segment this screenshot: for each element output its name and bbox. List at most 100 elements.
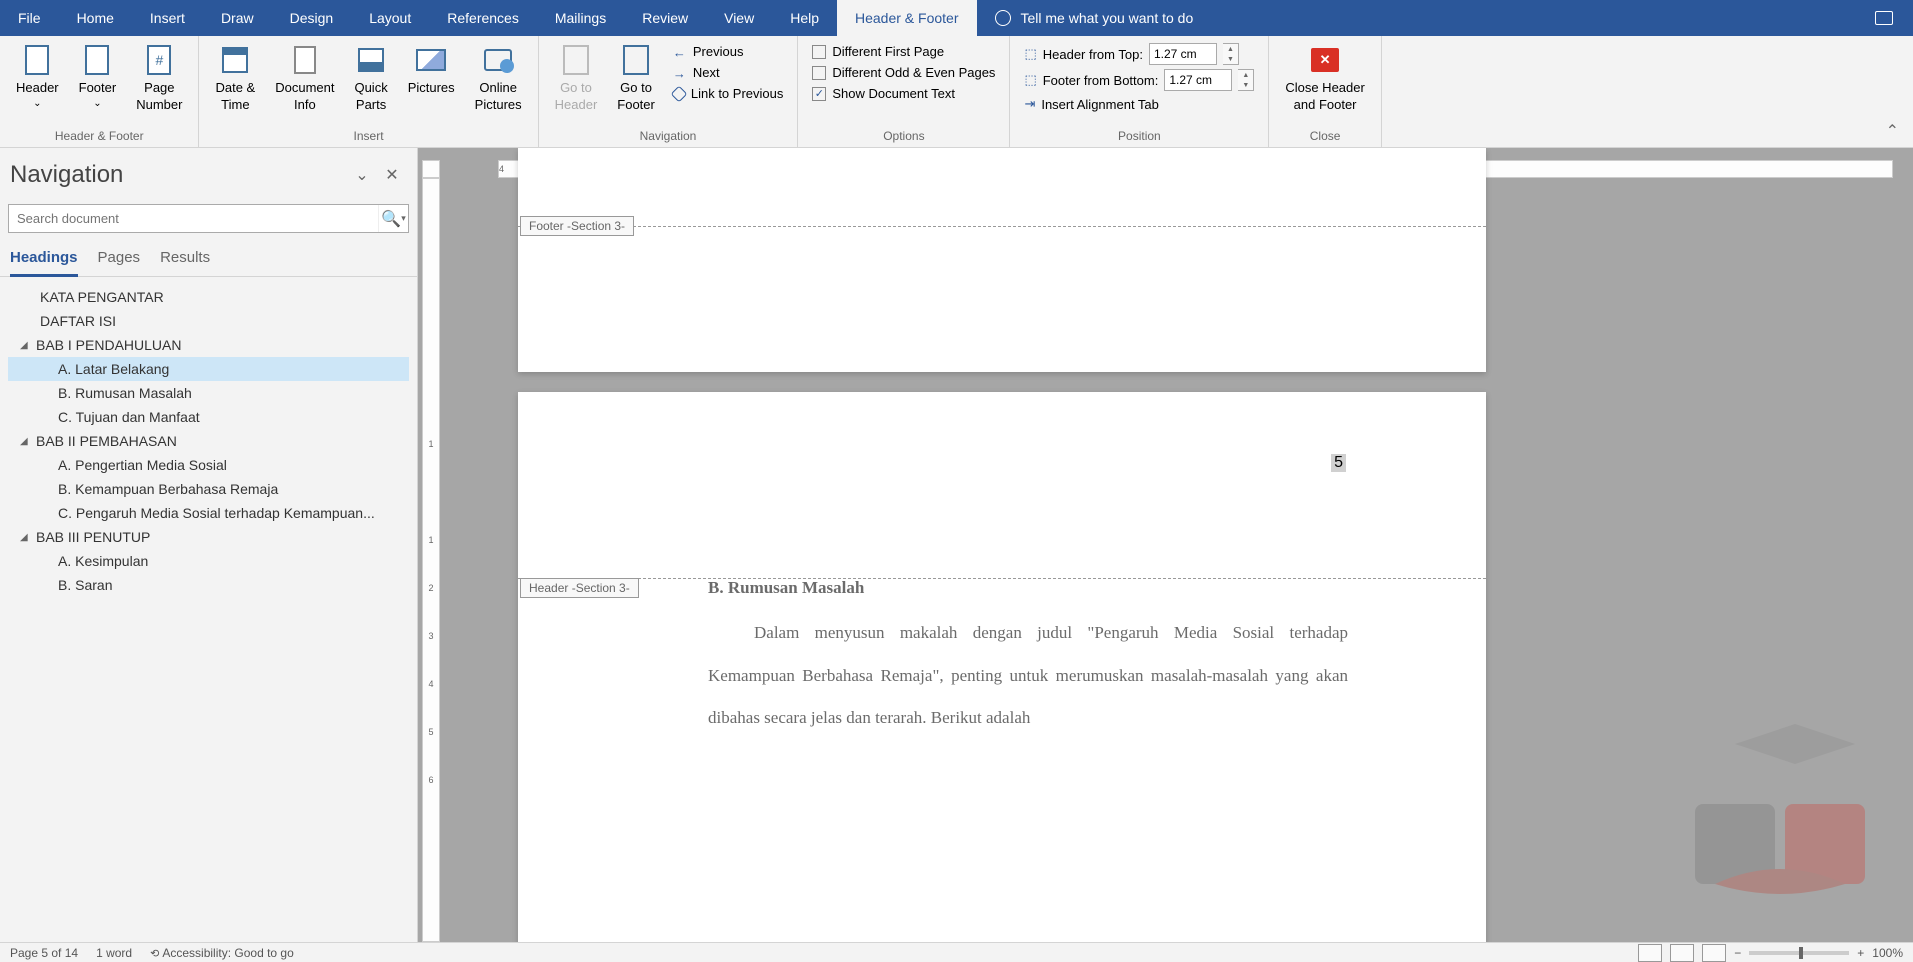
header-page-number[interactable]: 5 xyxy=(1331,454,1346,472)
tell-me-label: Tell me what you want to do xyxy=(1021,10,1194,26)
tree-item[interactable]: ◢ BAB II PEMBAHASAN xyxy=(8,429,409,453)
nav-tab-results[interactable]: Results xyxy=(160,243,210,276)
quick-parts-button[interactable]: Quick Parts xyxy=(346,40,395,127)
comment-icon[interactable] xyxy=(1875,11,1893,25)
insert-alignment-tab-button[interactable]: ⇥Insert Alignment Tab xyxy=(1024,94,1254,114)
menu-file[interactable]: File xyxy=(0,0,59,36)
spinner[interactable]: ▲▼ xyxy=(1223,43,1239,65)
vertical-ruler[interactable]: 1123456 xyxy=(422,178,440,942)
header-section-label: Header -Section 3- xyxy=(520,578,639,598)
page-number-icon xyxy=(147,45,171,75)
watermark-logo xyxy=(1675,704,1885,914)
status-accessibility[interactable]: ⟲ Accessibility: Good to go xyxy=(150,946,294,960)
status-word-count[interactable]: 1 word xyxy=(96,946,132,960)
zoom-in-button[interactable]: + xyxy=(1857,946,1864,960)
tree-item[interactable]: B. Kemampuan Berbahasa Remaja xyxy=(8,477,409,501)
doc-info-icon xyxy=(294,46,316,74)
collapse-ribbon-button[interactable]: ⌃ xyxy=(1872,115,1913,147)
tree-item[interactable]: A. Latar Belakang xyxy=(8,357,409,381)
zoom-slider[interactable] xyxy=(1749,951,1849,955)
tree-item[interactable]: ◢ BAB III PENUTUP xyxy=(8,525,409,549)
menu-review[interactable]: Review xyxy=(624,0,706,36)
tell-me-search[interactable]: Tell me what you want to do xyxy=(977,10,1212,26)
different-odd-even-checkbox[interactable]: Different Odd & Even Pages xyxy=(812,63,995,82)
nav-dropdown-button[interactable]: ⌄ xyxy=(347,160,377,190)
tree-item-label: KATA PENGANTAR xyxy=(40,289,164,305)
footer-from-bottom-row: ⬚Footer from Bottom:▲▼ xyxy=(1024,68,1254,92)
menu-header-footer[interactable]: Header & Footer xyxy=(837,0,977,36)
menu-home[interactable]: Home xyxy=(59,0,132,36)
nav-tab-headings[interactable]: Headings xyxy=(10,243,78,276)
link-icon xyxy=(670,85,687,102)
date-time-button[interactable]: Date & Time xyxy=(207,40,263,127)
body-paragraph: Dalam menyusun makalah dengan judul "Pen… xyxy=(708,612,1348,740)
tree-item[interactable]: C. Pengaruh Media Sosial terhadap Kemamp… xyxy=(8,501,409,525)
tree-item[interactable]: KATA PENGANTAR xyxy=(8,285,409,309)
tree-item-label: A. Latar Belakang xyxy=(58,361,169,377)
search-input[interactable] xyxy=(9,205,378,232)
read-mode-button[interactable] xyxy=(1638,944,1662,962)
document-page-prev[interactable]: Footer -Section 3- xyxy=(518,148,1486,372)
tree-item[interactable]: ◢BAB I PENDAHULUAN xyxy=(8,333,409,357)
search-button[interactable]: 🔍▾ xyxy=(378,205,408,232)
tree-item-label: A. Kesimpulan xyxy=(58,553,148,569)
zoom-level[interactable]: 100% xyxy=(1872,946,1903,960)
tree-item-label: A. Pengertian Media Sosial xyxy=(58,457,227,473)
next-button[interactable]: Next xyxy=(673,63,784,82)
menu-view[interactable]: View xyxy=(706,0,772,36)
body-heading: B. Rumusan Masalah xyxy=(708,578,864,598)
goto-header-button: Go to Header xyxy=(547,40,606,127)
goto-footer-button[interactable]: Go to Footer xyxy=(609,40,663,127)
footer-from-bottom-input[interactable] xyxy=(1164,69,1232,91)
menu-layout[interactable]: Layout xyxy=(351,0,429,36)
tree-item[interactable]: B. Rumusan Masalah xyxy=(8,381,409,405)
tree-item[interactable]: C. Tujuan dan Manfaat xyxy=(8,405,409,429)
menu-design[interactable]: Design xyxy=(272,0,352,36)
status-page[interactable]: Page 5 of 14 xyxy=(10,946,78,960)
online-pictures-icon xyxy=(484,49,512,71)
footer-boundary xyxy=(518,226,1486,227)
footer-button[interactable]: Footer⌄ xyxy=(71,40,125,127)
menu-help[interactable]: Help xyxy=(772,0,837,36)
zoom-out-button[interactable]: − xyxy=(1734,946,1741,960)
document-info-button[interactable]: Document Info xyxy=(267,40,342,127)
chevron-down-icon: ◢ xyxy=(20,532,32,543)
checkbox-checked-icon xyxy=(812,87,826,101)
link-previous-button[interactable]: Link to Previous xyxy=(673,84,784,103)
nav-tab-pages[interactable]: Pages xyxy=(98,243,141,276)
previous-button[interactable]: Previous xyxy=(673,42,784,61)
menu-draw[interactable]: Draw xyxy=(203,0,272,36)
pictures-button[interactable]: Pictures xyxy=(400,40,463,127)
menu-references[interactable]: References xyxy=(429,0,537,36)
group-label-options: Options xyxy=(806,127,1001,147)
ruler-corner xyxy=(422,160,440,178)
header-button[interactable]: Header⌄ xyxy=(8,40,67,127)
header-from-top-input[interactable] xyxy=(1149,43,1217,65)
menu-insert[interactable]: Insert xyxy=(132,0,203,36)
tree-item-label: DAFTAR ISI xyxy=(40,313,116,329)
web-layout-button[interactable] xyxy=(1702,944,1726,962)
menu-mailings[interactable]: Mailings xyxy=(537,0,624,36)
tree-item[interactable]: A. Kesimpulan xyxy=(8,549,409,573)
tree-item-label: B. Rumusan Masalah xyxy=(58,385,192,401)
chevron-down-icon: ◢ xyxy=(20,436,32,447)
tree-item[interactable]: A. Pengertian Media Sosial xyxy=(8,453,409,477)
online-pictures-button[interactable]: Online Pictures xyxy=(467,40,530,127)
menu-bar: FileHomeInsertDrawDesignLayoutReferences… xyxy=(0,0,1913,36)
page-number-button[interactable]: Page Number xyxy=(128,40,190,127)
group-label-insert: Insert xyxy=(207,127,529,147)
tree-item[interactable]: B. Saran xyxy=(8,573,409,597)
tree-item-label: BAB III PENUTUP xyxy=(36,529,150,545)
print-layout-button[interactable] xyxy=(1670,944,1694,962)
tree-item[interactable]: DAFTAR ISI xyxy=(8,309,409,333)
document-page[interactable]: 5 Header -Section 3- B. Rumusan Masalah … xyxy=(518,392,1486,942)
nav-close-button[interactable]: ✕ xyxy=(377,160,407,190)
show-document-text-checkbox[interactable]: Show Document Text xyxy=(812,84,995,103)
close-x-icon: ✕ xyxy=(1311,48,1339,72)
spinner[interactable]: ▲▼ xyxy=(1238,69,1254,91)
different-first-page-checkbox[interactable]: Different First Page xyxy=(812,42,995,61)
navigation-pane: Navigation ⌄ ✕ 🔍▾ HeadingsPagesResults K… xyxy=(0,148,418,942)
close-header-footer-button[interactable]: ✕Close Header and Footer xyxy=(1277,40,1373,127)
tree-item-label: BAB II PEMBAHASAN xyxy=(36,433,177,449)
group-label-hf: Header & Footer xyxy=(8,127,190,147)
